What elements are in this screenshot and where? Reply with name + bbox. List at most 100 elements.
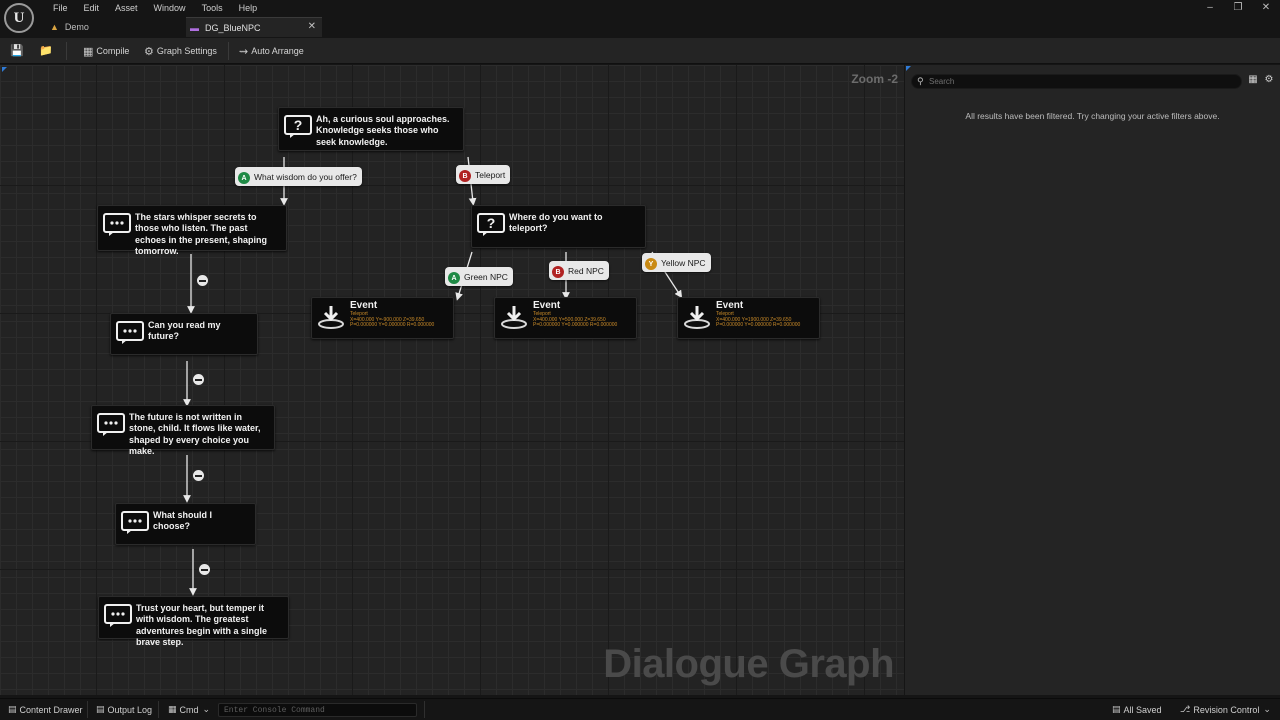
details-search[interactable]: ⚲ bbox=[911, 74, 1242, 89]
console-command-field[interactable] bbox=[218, 703, 417, 717]
node-text: What should I choose? bbox=[153, 510, 212, 532]
close-window-icon[interactable]: ✕ bbox=[1252, 0, 1280, 16]
settings-gear-icon[interactable]: ⚙ bbox=[1263, 74, 1275, 88]
save-icon[interactable]: 💾 bbox=[9, 43, 25, 59]
question-icon: ? bbox=[477, 213, 505, 236]
auto-arrange-icon: ⇝ bbox=[239, 45, 249, 58]
tab-demo[interactable]: ▲ Demo bbox=[46, 17, 184, 37]
choice-yellow-npc[interactable]: Y Yellow NPC bbox=[642, 253, 711, 272]
choice-label: Green NPC bbox=[464, 271, 508, 282]
node-event-yellow[interactable]: Event Teleport X=400.000 Y=1900.000 Z=39… bbox=[677, 297, 820, 339]
choice-label: Red NPC bbox=[568, 265, 604, 276]
toolbar-separator bbox=[228, 42, 229, 60]
toolbar-separator bbox=[66, 42, 67, 60]
node-where-teleport[interactable]: ? Where do you want to teleport? bbox=[471, 205, 646, 248]
all-saved-button[interactable]: ▤ All Saved bbox=[1112, 704, 1162, 715]
panel-corner-marker bbox=[906, 66, 911, 71]
tab-demo-label: Demo bbox=[64, 22, 89, 32]
chevron-down-icon: ⌄ bbox=[202, 704, 211, 714]
close-tab-icon[interactable]: ✕ bbox=[308, 21, 316, 32]
status-separator bbox=[424, 701, 425, 718]
node-text: The stars whisper secrets to those who l… bbox=[135, 212, 268, 256]
node-event-green[interactable]: Event Teleport X=400.000 Y=-900.000 Z=39… bbox=[311, 297, 454, 339]
maximize-icon[interactable]: ❐ bbox=[1224, 0, 1252, 16]
choice-red-npc[interactable]: B Red NPC bbox=[549, 261, 609, 280]
svg-text:?: ? bbox=[294, 117, 303, 133]
cmd-label: Cmd bbox=[179, 704, 199, 715]
menu-bar: File Edit Asset Window Tools Help bbox=[45, 2, 265, 14]
choice-wisdom[interactable]: A What wisdom do you offer? bbox=[235, 167, 362, 186]
console-input[interactable] bbox=[219, 704, 416, 717]
save-status-icon: ▤ bbox=[1112, 704, 1121, 714]
menu-help[interactable]: Help bbox=[231, 2, 266, 14]
content-drawer-label: Content Drawer bbox=[19, 704, 83, 715]
button-b-badge: B bbox=[459, 170, 471, 182]
menu-file[interactable]: File bbox=[45, 2, 76, 14]
graph-settings-label: Graph Settings bbox=[156, 46, 217, 56]
menu-asset[interactable]: Asset bbox=[107, 2, 146, 14]
menu-window[interactable]: Window bbox=[146, 2, 194, 14]
revision-control-button[interactable]: ⎇ Revision Control ⌄ bbox=[1180, 704, 1274, 715]
status-separator bbox=[87, 701, 88, 718]
event-details: Teleport X=400.000 Y=-900.000 Z=39.650 P… bbox=[350, 311, 434, 329]
node-future-not-written[interactable]: The future is not written in stone, chil… bbox=[91, 405, 275, 456]
continue-icon bbox=[193, 470, 204, 481]
event-download-icon bbox=[684, 306, 710, 329]
window-controls: – ❐ ✕ bbox=[1196, 0, 1280, 16]
svg-text:?: ? bbox=[487, 215, 496, 231]
dialogue-graph-canvas[interactable]: Zoom -2 Dialogue Graph ? Ah, a curious s… bbox=[0, 65, 904, 695]
node-event-red[interactable]: Event Teleport X=400.000 Y=500.000 Z=39.… bbox=[494, 297, 637, 339]
node-trust-your-heart[interactable]: Trust your heart, but temper it with wis… bbox=[98, 596, 289, 647]
toolbar: 💾 📁 ▦ Compile ⚙ Graph Settings ⇝ Auto Ar… bbox=[0, 38, 1280, 64]
compile-button[interactable]: ▦ Compile bbox=[83, 42, 129, 60]
menu-tools[interactable]: Tools bbox=[194, 2, 231, 14]
terminal-icon: ▦ bbox=[168, 704, 177, 714]
revision-control-icon: ⎇ bbox=[1180, 704, 1191, 714]
question-icon: ? bbox=[284, 115, 312, 138]
speech-bubble-icon bbox=[97, 413, 125, 436]
node-text: Can you read my future? bbox=[148, 320, 221, 342]
menu-edit[interactable]: Edit bbox=[76, 2, 108, 14]
button-b-badge: B bbox=[552, 266, 564, 278]
output-log-label: Output Log bbox=[107, 704, 153, 715]
content-drawer-button[interactable]: ▤ Content Drawer bbox=[8, 704, 83, 715]
continue-icon bbox=[193, 374, 204, 385]
event-details: Teleport X=400.000 Y=500.000 Z=39.650 P=… bbox=[533, 311, 617, 329]
choice-teleport[interactable]: B Teleport bbox=[456, 165, 511, 184]
node-root-question[interactable]: ? Ah, a curious soul approaches. Knowled… bbox=[278, 107, 464, 151]
tab-dg-bluenpc-label: DG_BlueNPC bbox=[205, 22, 261, 33]
event-title: Event bbox=[533, 300, 561, 311]
output-log-button[interactable]: ▤ Output Log bbox=[96, 704, 152, 715]
cmd-dropdown[interactable]: ▦ Cmd ⌄ bbox=[168, 704, 213, 715]
node-text: Trust your heart, but temper it with wis… bbox=[136, 603, 268, 647]
node-stars-whisper[interactable]: The stars whisper secrets to those who l… bbox=[97, 205, 287, 256]
dialogue-asset-icon: ▬ bbox=[190, 22, 199, 33]
unreal-logo-icon[interactable]: U bbox=[4, 3, 34, 33]
minimize-icon[interactable]: – bbox=[1196, 0, 1224, 16]
details-panel: ⚲ ▦ ⚙ All results have been filtered. Tr… bbox=[905, 65, 1280, 695]
content-drawer-icon: ▤ bbox=[8, 704, 17, 714]
continue-icon bbox=[197, 275, 208, 286]
node-text: Where do you want to teleport? bbox=[509, 212, 603, 234]
tab-dg-bluenpc[interactable]: ▬ DG_BlueNPC ✕ bbox=[186, 17, 322, 37]
revision-control-label: Revision Control bbox=[1193, 704, 1260, 715]
event-details: Teleport X=400.000 Y=1900.000 Z=39.650 P… bbox=[716, 311, 800, 329]
event-download-icon bbox=[501, 306, 527, 329]
gear-icon: ⚙ bbox=[144, 45, 154, 58]
event-download-icon bbox=[318, 306, 344, 329]
title-bar: U File Edit Asset Window Tools Help – ❐ … bbox=[0, 0, 1280, 38]
node-what-should-i-choose[interactable]: What should I choose? bbox=[115, 503, 256, 545]
node-text: The future is not written in stone, chil… bbox=[129, 412, 261, 456]
node-text: Ah, a curious soul approaches. Knowledge… bbox=[316, 114, 450, 147]
choice-label: Teleport bbox=[475, 169, 506, 180]
table-view-icon[interactable]: ▦ bbox=[1247, 74, 1259, 88]
browse-asset-icon[interactable]: 📁 bbox=[38, 43, 54, 59]
choice-green-npc[interactable]: A Green NPC bbox=[445, 267, 513, 286]
speech-bubble-icon bbox=[121, 511, 149, 534]
continue-icon bbox=[199, 564, 210, 575]
search-input[interactable] bbox=[929, 76, 1229, 87]
auto-arrange-button[interactable]: ⇝ Auto Arrange bbox=[239, 42, 304, 60]
node-read-my-future[interactable]: Can you read my future? bbox=[110, 313, 258, 355]
graph-settings-button[interactable]: ⚙ Graph Settings bbox=[144, 42, 217, 60]
auto-arrange-label: Auto Arrange bbox=[251, 46, 304, 56]
